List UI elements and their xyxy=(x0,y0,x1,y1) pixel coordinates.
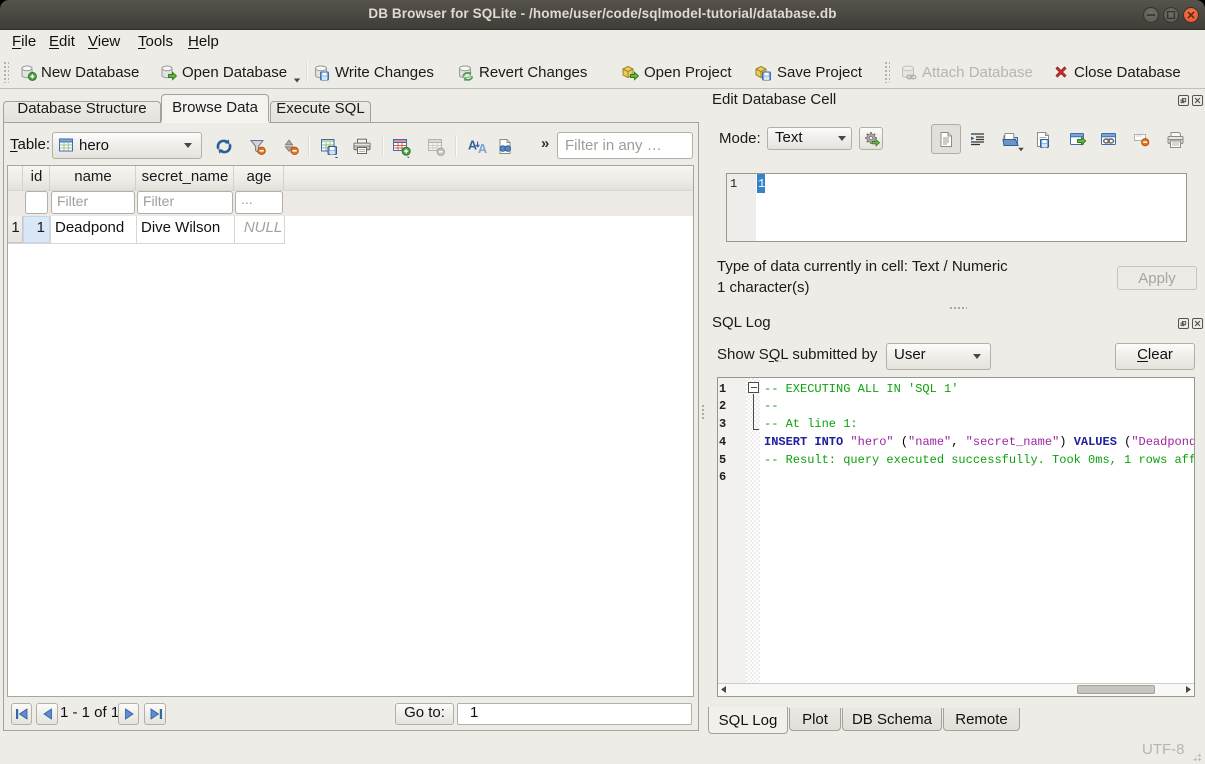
svg-text:A: A xyxy=(478,142,487,155)
